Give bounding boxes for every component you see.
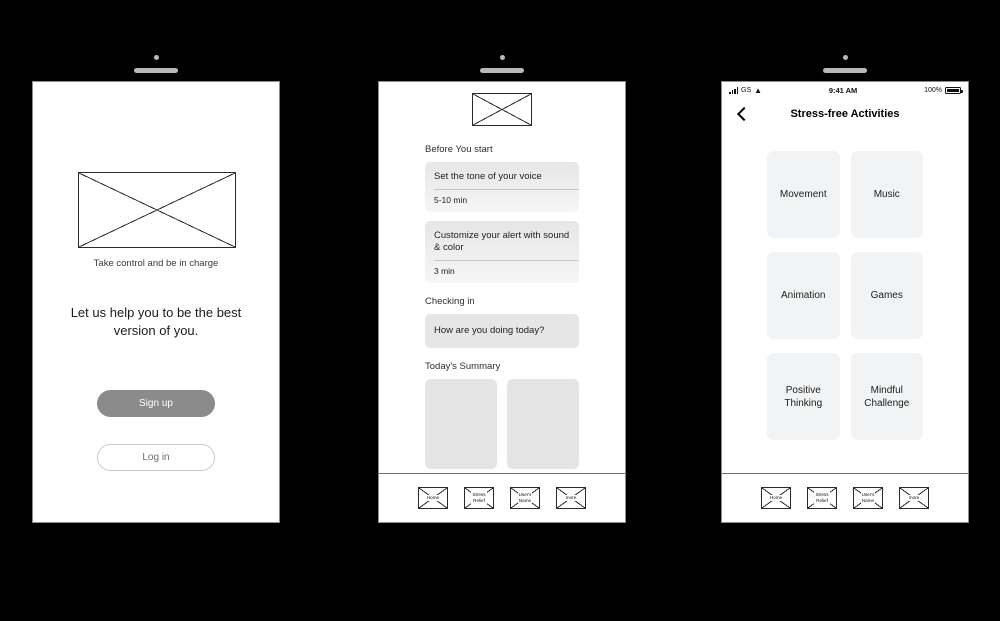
carrier-label: GS bbox=[741, 87, 752, 94]
phone-top-hardware bbox=[721, 21, 969, 81]
summary-card-row bbox=[425, 379, 579, 469]
list-item[interactable]: Set the tone of your voice 5-10 min bbox=[425, 162, 579, 212]
section-title-before-you-start: Before You start bbox=[425, 144, 493, 155]
status-bar-left: GS ▲ bbox=[729, 85, 763, 95]
camera-dot-icon bbox=[153, 55, 159, 60]
activity-card-mindful-challenge[interactable]: Mindful Challenge bbox=[850, 353, 923, 440]
nav-bar: Stress-free Activities bbox=[722, 99, 968, 129]
tab-stress-relief[interactable]: Stress Relief bbox=[807, 487, 837, 509]
tab-label: Stress Relief bbox=[814, 492, 830, 504]
bottom-tab-bar: Home Stress Relief User's Name more bbox=[379, 473, 625, 522]
summary-card[interactable] bbox=[425, 379, 497, 469]
page-title: Stress-free Activities bbox=[790, 108, 900, 120]
tab-label: User's Name bbox=[517, 492, 533, 504]
signal-bars-icon bbox=[729, 87, 738, 94]
tab-home[interactable]: Home bbox=[761, 487, 791, 509]
summary-card[interactable] bbox=[507, 379, 579, 469]
activity-card-music[interactable]: Music bbox=[850, 151, 923, 238]
activity-card-animation[interactable]: Animation bbox=[767, 252, 840, 339]
tab-label: Home bbox=[768, 495, 784, 501]
camera-dot-icon bbox=[499, 55, 505, 60]
tab-more[interactable]: more bbox=[899, 487, 929, 509]
wifi-icon: ▲ bbox=[754, 85, 763, 95]
speaker-grille-icon bbox=[823, 68, 867, 73]
chevron-left-icon[interactable] bbox=[736, 106, 748, 122]
log-in-button[interactable]: Log in bbox=[97, 444, 215, 471]
speaker-grille-icon bbox=[480, 68, 524, 73]
status-bar-right: 100% bbox=[924, 86, 963, 95]
screen-home: Before You start Set the tone of your vo… bbox=[378, 81, 626, 523]
activity-card-games[interactable]: Games bbox=[850, 252, 923, 339]
activities-grid: Movement Music Animation Games Positive … bbox=[767, 151, 923, 440]
card-divider bbox=[434, 260, 579, 261]
phone-top-hardware bbox=[378, 21, 626, 81]
tab-label: User's Name bbox=[860, 492, 876, 504]
sign-up-button[interactable]: Sign up bbox=[97, 390, 215, 417]
tab-label: more bbox=[564, 495, 578, 501]
card-divider bbox=[434, 189, 579, 190]
screen-stress-free-activities: GS ▲ 9:41 AM 100% Stress-free Activities… bbox=[721, 81, 969, 523]
page-headline: Let us help you to be the best version o… bbox=[70, 305, 242, 338]
battery-percent-label: 100% bbox=[924, 87, 942, 94]
battery-icon bbox=[945, 86, 963, 95]
logo-image-placeholder bbox=[472, 93, 532, 126]
tab-label: Home bbox=[425, 495, 441, 501]
tab-stress-relief[interactable]: Stress Relief bbox=[464, 487, 494, 509]
section-title-todays-summary: Today's Summary bbox=[425, 361, 501, 372]
card-title: Set the tone of your voice bbox=[434, 171, 542, 182]
activity-card-movement[interactable]: Movement bbox=[767, 151, 840, 238]
hero-image-placeholder bbox=[78, 172, 236, 248]
status-bar-time: 9:41 AM bbox=[828, 86, 858, 95]
camera-dot-icon bbox=[842, 55, 848, 60]
phone-top-hardware bbox=[32, 21, 280, 81]
tab-label: more bbox=[907, 495, 921, 501]
card-duration: 3 min bbox=[434, 266, 455, 276]
bottom-tab-bar: Home Stress Relief User's Name more bbox=[722, 473, 968, 522]
card-title: Customize your alert with sound & color bbox=[434, 230, 570, 253]
card-title: How are you doing today? bbox=[434, 325, 545, 336]
activity-card-positive-thinking[interactable]: Positive Thinking bbox=[767, 353, 840, 440]
tab-user-name[interactable]: User's Name bbox=[853, 487, 883, 509]
list-item[interactable]: Customize your alert with sound & color … bbox=[425, 221, 579, 283]
card-duration: 5-10 min bbox=[434, 195, 468, 205]
section-title-checking-in: Checking in bbox=[425, 296, 475, 307]
tab-label: Stress Relief bbox=[471, 492, 487, 504]
home-content-scroll[interactable]: Before You start Set the tone of your vo… bbox=[379, 144, 625, 473]
speaker-grille-icon bbox=[134, 68, 178, 73]
tab-user-name[interactable]: User's Name bbox=[510, 487, 540, 509]
screen-welcome: Take control and be in charge Let us hel… bbox=[32, 81, 280, 523]
status-bar: GS ▲ 9:41 AM 100% bbox=[722, 82, 968, 99]
hero-caption: Take control and be in charge bbox=[93, 258, 219, 269]
tab-more[interactable]: more bbox=[556, 487, 586, 509]
checking-in-prompt[interactable]: How are you doing today? bbox=[425, 314, 579, 348]
tab-home[interactable]: Home bbox=[418, 487, 448, 509]
